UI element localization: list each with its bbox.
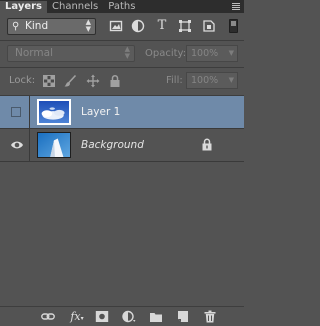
opacity-value: 100% bbox=[191, 48, 219, 59]
tab-paths[interactable]: Paths bbox=[103, 1, 140, 13]
fill-label: Fill: bbox=[166, 75, 183, 86]
adjustment-layer-icon[interactable] bbox=[122, 310, 136, 323]
lock-label: Lock: bbox=[9, 75, 36, 86]
fill-value: 100% bbox=[191, 75, 219, 86]
new-group-icon[interactable] bbox=[149, 310, 163, 323]
layer-thumbnail[interactable] bbox=[37, 99, 71, 125]
type-layer-filter-icon[interactable]: T bbox=[155, 19, 169, 33]
blend-row: Normal ▲ ▼ Opacity: 100% ▼ bbox=[0, 41, 244, 67]
filter-row: ⚲ Kind ▲ ▼ T bbox=[0, 14, 244, 40]
fx-icon[interactable]: fx▾ bbox=[68, 310, 86, 323]
smart-object-filter-icon[interactable] bbox=[202, 19, 216, 33]
link-layers-icon[interactable] bbox=[41, 310, 55, 323]
new-layer-icon[interactable] bbox=[176, 310, 190, 323]
filter-kind-select[interactable]: ⚲ Kind ▲ ▼ bbox=[7, 18, 96, 35]
bottom-toolbar: fx▾ bbox=[0, 306, 244, 325]
pixel-layer-filter-icon[interactable] bbox=[109, 19, 123, 33]
lock-all-icon[interactable] bbox=[108, 74, 122, 88]
lock-transparent-pixels-icon[interactable] bbox=[42, 74, 56, 88]
visibility-toggle[interactable] bbox=[0, 129, 30, 161]
panel-menu-icon[interactable] bbox=[226, 0, 242, 12]
tab-channels[interactable]: Channels bbox=[47, 1, 103, 13]
blend-mode-select[interactable]: Normal ▲ ▼ bbox=[7, 45, 135, 62]
lock-position-icon[interactable] bbox=[86, 74, 100, 88]
fill-field[interactable]: 100% ▼ bbox=[186, 72, 238, 89]
lock-row: Lock: Fill: 100% ▼ bbox=[0, 68, 244, 94]
chevron-down-icon[interactable]: ▼ bbox=[229, 49, 234, 57]
delete-layer-icon[interactable] bbox=[203, 310, 217, 323]
lock-icon bbox=[202, 138, 212, 151]
layer-thumbnail[interactable] bbox=[37, 132, 71, 158]
layer-mask-icon[interactable] bbox=[95, 310, 109, 323]
lock-image-pixels-icon[interactable] bbox=[63, 74, 77, 88]
chevron-up-down-icon: ▲ ▼ bbox=[124, 45, 130, 60]
layer-row-layer-1[interactable]: Layer 1 bbox=[0, 96, 244, 129]
visibility-toggle[interactable] bbox=[0, 96, 30, 128]
blend-mode-value: Normal bbox=[15, 47, 53, 59]
layer-list: Layer 1 Background bbox=[0, 96, 244, 306]
fx-label: fx bbox=[70, 310, 81, 323]
filter-kind-label: Kind bbox=[25, 20, 49, 32]
tab-layers[interactable]: Layers bbox=[0, 1, 47, 13]
opacity-field[interactable]: 100% ▼ bbox=[186, 45, 238, 62]
shape-layer-filter-icon[interactable] bbox=[178, 19, 192, 33]
eye-icon[interactable] bbox=[10, 139, 24, 151]
tab-bar: Layers Channels Paths bbox=[0, 0, 244, 13]
opacity-label: Opacity: bbox=[145, 48, 187, 59]
filter-toggle-switch[interactable] bbox=[229, 19, 238, 33]
layer-name[interactable]: Layer 1 bbox=[81, 106, 120, 118]
visibility-off-box bbox=[11, 107, 21, 117]
layer-name[interactable]: Background bbox=[81, 139, 144, 151]
adjustment-layer-filter-icon[interactable] bbox=[131, 19, 145, 33]
layer-row-background[interactable]: Background bbox=[0, 129, 244, 162]
search-icon: ⚲ bbox=[12, 21, 20, 32]
chevron-up-down-icon: ▲ ▼ bbox=[85, 18, 91, 33]
chevron-down-icon[interactable]: ▼ bbox=[229, 76, 234, 84]
layers-panel: Layers Channels Paths ⚲ Kind ▲ ▼ T Norma… bbox=[0, 0, 244, 325]
